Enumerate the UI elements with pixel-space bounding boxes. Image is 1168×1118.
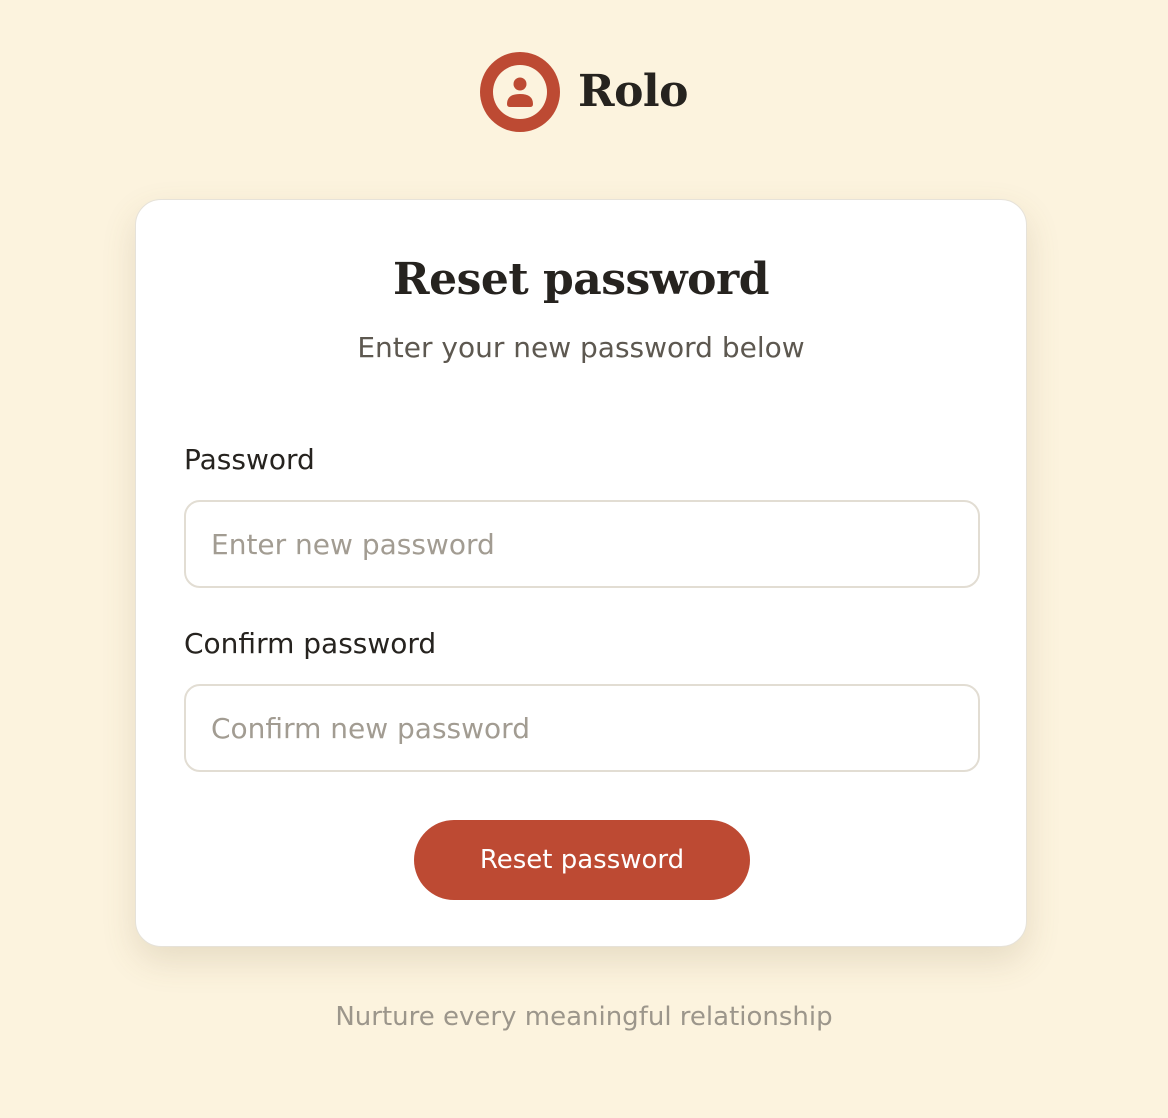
confirm-password-label: Confirm password <box>184 627 437 660</box>
page-title: Reset password <box>393 254 769 305</box>
password-label: Password <box>184 443 315 476</box>
reset-password-card: Reset password Enter your new password b… <box>135 199 1027 947</box>
brand-name: Rolo <box>578 66 688 117</box>
reset-password-button[interactable]: Reset password <box>414 820 750 900</box>
confirm-password-input[interactable] <box>184 684 980 772</box>
brand-header: Rolo <box>0 52 1168 132</box>
footer-tagline: Nurture every meaningful relationship <box>335 1002 833 1032</box>
password-input[interactable] <box>184 500 980 588</box>
person-circle-icon <box>480 52 560 132</box>
page-subtitle: Enter your new password below <box>357 331 805 364</box>
